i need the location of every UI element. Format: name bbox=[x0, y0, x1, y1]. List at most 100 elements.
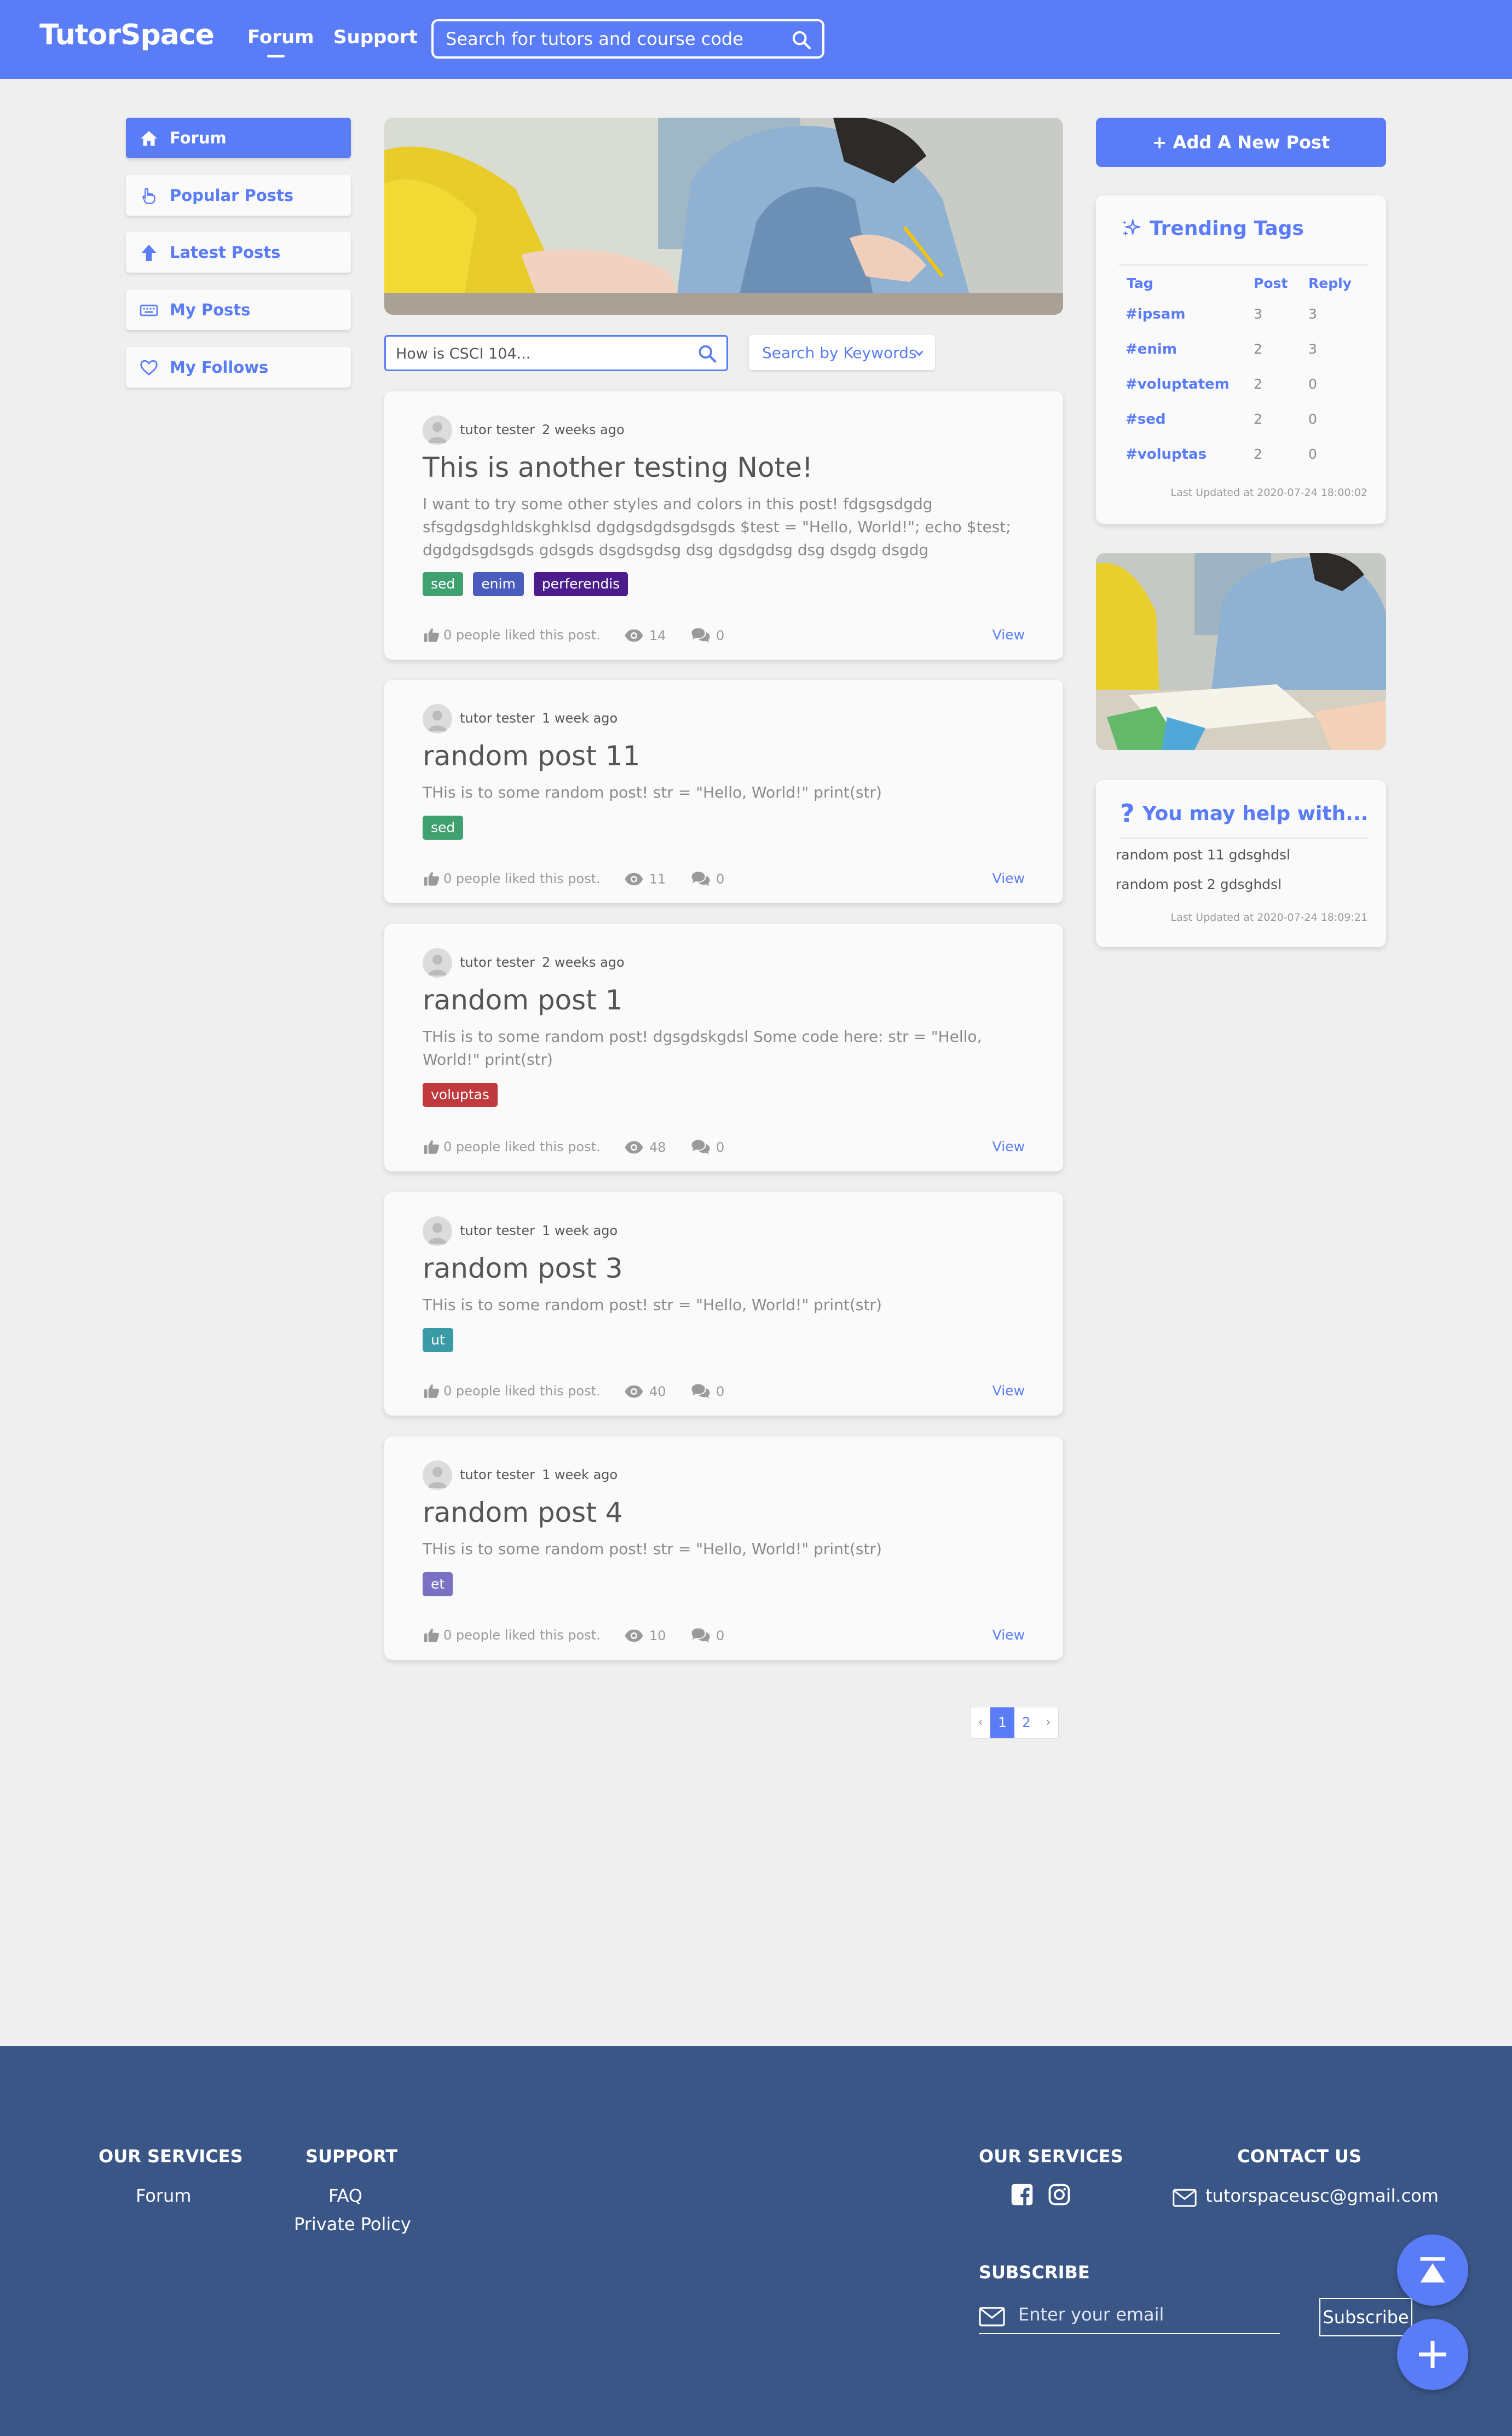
trending-tag-row: #voluptas 2 0 bbox=[1096, 446, 1386, 468]
trending-tag-link[interactable]: #enim bbox=[1126, 341, 1177, 357]
sidebar-item-popular-posts[interactable]: Popular Posts bbox=[126, 175, 351, 216]
card-title-text: Trending Tags bbox=[1150, 217, 1304, 240]
sidebar-item-forum[interactable]: Forum bbox=[126, 118, 351, 158]
post-card[interactable]: tutor tester 1 week ago random post 4 TH… bbox=[384, 1436, 1063, 1660]
help-post-link[interactable]: random post 11 gdsghdsl bbox=[1116, 847, 1290, 863]
contact-email[interactable]: tutorspaceusc@gmail.com bbox=[1205, 2185, 1439, 2206]
search-mode-dropdown[interactable]: Search by Keywords bbox=[749, 335, 935, 370]
add-new-post-button[interactable]: + Add A New Post bbox=[1096, 118, 1386, 167]
like-stat[interactable]: 0 people liked this post. bbox=[423, 1626, 601, 1644]
sparkles-icon bbox=[1123, 217, 1142, 236]
subscribe-button[interactable]: Subscribe bbox=[1319, 2298, 1412, 2336]
sidebar-item-my-follows[interactable]: My Follows bbox=[126, 347, 351, 388]
post-title[interactable]: random post 4 bbox=[423, 1497, 623, 1528]
avatar[interactable] bbox=[423, 415, 452, 445]
trending-tag-row: #enim 2 3 bbox=[1096, 341, 1386, 363]
post-tag[interactable]: ut bbox=[423, 1328, 453, 1352]
avatar[interactable] bbox=[423, 1461, 452, 1490]
post-author[interactable]: tutor tester bbox=[460, 711, 535, 726]
search-icon[interactable] bbox=[697, 343, 718, 364]
trending-tag-link[interactable]: #ipsam bbox=[1126, 306, 1185, 322]
eye-icon bbox=[625, 1141, 643, 1154]
facebook-icon[interactable] bbox=[1011, 2183, 1034, 2206]
post-tag[interactable]: enim bbox=[473, 572, 524, 596]
thumbs-up-icon bbox=[424, 1384, 440, 1398]
comment-stat[interactable]: 0 bbox=[690, 1626, 724, 1646]
post-title[interactable]: random post 3 bbox=[423, 1252, 623, 1284]
post-author[interactable]: tutor tester bbox=[460, 955, 535, 970]
nav-forum[interactable]: Forum bbox=[247, 26, 314, 57]
post-title[interactable]: random post 1 bbox=[423, 984, 623, 1016]
trending-tag-row: #ipsam 3 3 bbox=[1096, 306, 1386, 328]
comments-icon bbox=[691, 628, 710, 643]
trending-tag-link[interactable]: #sed bbox=[1126, 411, 1166, 428]
sidebar-item-my-posts[interactable]: My Posts bbox=[126, 290, 351, 330]
thumbs-up-icon bbox=[424, 628, 440, 642]
footer-link-faq[interactable]: FAQ bbox=[328, 2185, 362, 2206]
post-card[interactable]: tutor tester 2 weeks ago This is another… bbox=[384, 391, 1063, 660]
post-tag[interactable]: perferendis bbox=[533, 572, 628, 596]
post-tag[interactable]: et bbox=[423, 1572, 453, 1596]
footer-services-title: OUR SERVICES bbox=[99, 2146, 243, 2167]
instagram-icon[interactable] bbox=[1048, 2183, 1071, 2206]
eye-icon bbox=[625, 629, 643, 642]
view-stat: 14 bbox=[624, 626, 666, 645]
avatar[interactable] bbox=[423, 948, 452, 978]
comment-stat[interactable]: 0 bbox=[690, 869, 724, 889]
footer-link-privacy[interactable]: Private Policy bbox=[294, 2214, 411, 2235]
post-tag[interactable]: sed bbox=[423, 572, 464, 596]
help-updated-text: Last Updated at 2020-07-24 18:09:21 bbox=[1170, 911, 1367, 923]
envelope-icon bbox=[979, 2307, 1005, 2327]
view-post-link[interactable]: View bbox=[992, 627, 1025, 643]
post-tags: sed enim perferendis bbox=[423, 572, 628, 596]
pagination-page[interactable]: 1 bbox=[990, 1707, 1014, 1738]
pagination-page[interactable]: 2 bbox=[1014, 1707, 1038, 1738]
comment-stat[interactable]: 0 bbox=[690, 1382, 724, 1401]
post-author[interactable]: tutor tester bbox=[460, 1223, 535, 1238]
tutor-search-input[interactable] bbox=[446, 27, 785, 51]
help-suggestions-card: ? You may help with... random post 11 gd… bbox=[1096, 780, 1386, 947]
trending-tag-link[interactable]: #voluptas bbox=[1126, 446, 1207, 463]
post-title[interactable]: random post 11 bbox=[423, 740, 640, 772]
post-card[interactable]: tutor tester 1 week ago random post 11 T… bbox=[384, 680, 1063, 903]
post-tag[interactable]: voluptas bbox=[423, 1083, 498, 1107]
post-author[interactable]: tutor tester bbox=[460, 422, 535, 437]
avatar[interactable] bbox=[423, 704, 452, 734]
sidebar-item-latest-posts[interactable]: Latest Posts bbox=[126, 232, 351, 273]
post-title[interactable]: This is another testing Note! bbox=[423, 452, 813, 483]
post-search-input[interactable] bbox=[396, 343, 691, 364]
like-stat[interactable]: 0 people liked this post. bbox=[423, 1138, 601, 1156]
like-stat[interactable]: 0 people liked this post. bbox=[423, 869, 601, 888]
eye-icon bbox=[625, 1385, 643, 1398]
floating-add-button[interactable] bbox=[1397, 2319, 1468, 2390]
view-stat: 48 bbox=[624, 1138, 666, 1157]
search-icon[interactable] bbox=[790, 29, 812, 51]
view-post-link[interactable]: View bbox=[992, 1627, 1025, 1643]
pagination-next[interactable]: › bbox=[1038, 1707, 1058, 1738]
like-stat[interactable]: 0 people liked this post. bbox=[423, 1382, 601, 1400]
trending-tag-link[interactable]: #voluptatem bbox=[1126, 376, 1230, 392]
help-post-link[interactable]: random post 2 gdsghdsl bbox=[1116, 876, 1282, 892]
post-author[interactable]: tutor tester bbox=[460, 1467, 535, 1482]
comment-stat[interactable]: 0 bbox=[690, 1138, 724, 1157]
post-card[interactable]: tutor tester 1 week ago random post 3 TH… bbox=[384, 1192, 1063, 1416]
view-post-link[interactable]: View bbox=[992, 870, 1025, 886]
post-tag[interactable]: sed bbox=[423, 816, 464, 840]
view-post-link[interactable]: View bbox=[992, 1383, 1025, 1399]
like-stat[interactable]: 0 people liked this post. bbox=[423, 626, 601, 644]
thumbs-up-icon bbox=[424, 872, 440, 886]
comment-stat[interactable]: 0 bbox=[690, 626, 724, 645]
column-header-post: Post bbox=[1254, 275, 1288, 291]
scroll-to-top-button[interactable] bbox=[1397, 2235, 1468, 2306]
comment-count: 0 bbox=[716, 628, 725, 643]
subscribe-email-input[interactable] bbox=[1018, 2304, 1270, 2325]
view-post-link[interactable]: View bbox=[992, 1139, 1025, 1154]
post-card[interactable]: tutor tester 2 weeks ago random post 1 T… bbox=[384, 924, 1063, 1171]
logo[interactable]: TutorSpace bbox=[39, 19, 215, 51]
footer-link-forum[interactable]: Forum bbox=[136, 2185, 191, 2206]
post-excerpt: THis is to some random post! str = "Hell… bbox=[423, 1540, 882, 1558]
pagination-prev[interactable]: ‹ bbox=[971, 1707, 990, 1738]
avatar[interactable] bbox=[423, 1216, 452, 1246]
nav-support[interactable]: Support bbox=[333, 26, 418, 48]
sidebar-item-label: Popular Posts bbox=[170, 186, 294, 205]
